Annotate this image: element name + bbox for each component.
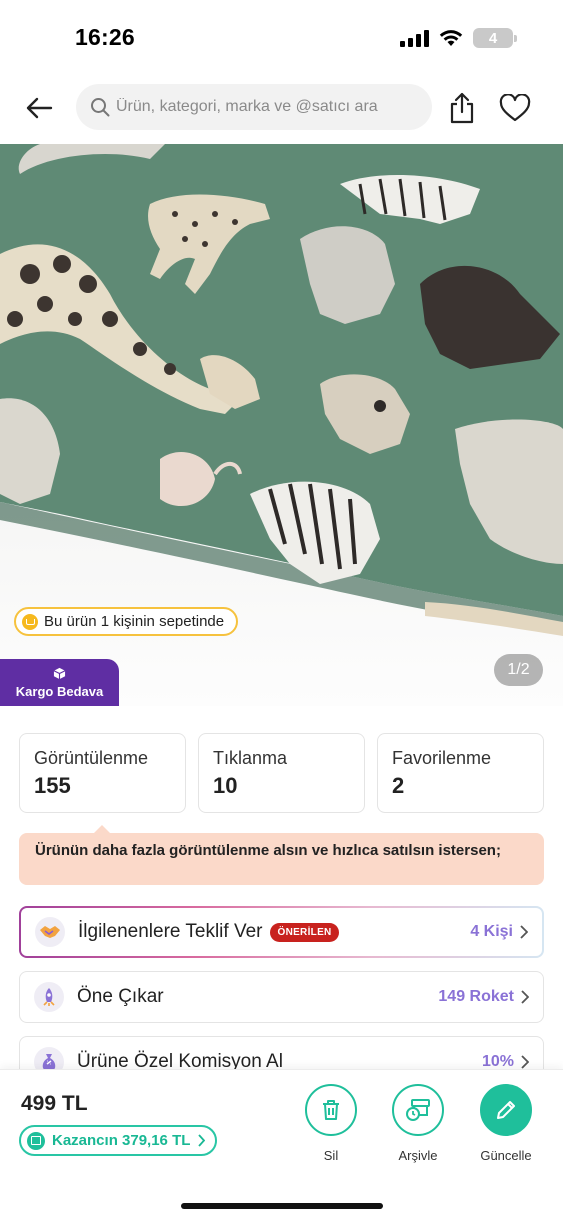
box-icon [53,667,66,679]
update-circle[interactable] [480,1084,532,1136]
archive-icon [406,1099,430,1121]
battery-icon: 4 [473,28,517,48]
boost-row[interactable]: Öne Çıkar 149 Roket [19,971,544,1023]
delete-label: Sil [323,1148,339,1163]
product-image[interactable]: Bu ürün 1 kişinin sepetinde Kargo Bedava… [0,144,563,706]
stat-value: 10 [213,773,238,798]
offer-to-interested-row[interactable]: İlgilenenlere Teklif Ver ÖNERİLEN 4 Kişi [19,906,544,958]
row-value-text: 4 Kişi [470,923,513,940]
stat-card-views: Görüntülenme 155 [19,733,186,813]
back-arrow-icon [26,97,53,119]
chevron-right-icon [521,990,529,1004]
cellular-signal-icon [400,29,429,47]
back-button[interactable] [22,92,56,124]
stat-value: 155 [34,773,71,798]
search-input[interactable] [116,98,416,116]
wifi-icon [439,30,463,46]
heart-icon [499,94,531,122]
stat-card-favorites: Favorilenme 2 [377,733,544,813]
row-value-text: 149 Roket [438,988,514,1005]
handshake-icon [35,917,65,947]
basket-icon [22,613,38,630]
pencil-icon [497,1101,515,1119]
search-bar[interactable] [76,84,432,130]
stat-value: 2 [392,773,405,798]
stat-card-clicks: Tıklanma 10 [198,733,365,813]
chevron-right-icon [520,925,528,939]
share-button[interactable] [446,90,478,126]
free-shipping-label: Kargo Bedava [15,683,104,699]
trash-icon [323,1100,339,1120]
status-time: 16:26 [75,24,135,50]
row-label: Öne Çıkar [77,986,164,1007]
earnings-pill[interactable]: Kazancın 379,16 TL [19,1125,218,1156]
archive-button[interactable]: Arşivle [378,1084,458,1163]
row-value: 4 Kişi [470,923,528,941]
stat-label: Favorilenme [392,748,492,768]
rocket-icon [34,982,64,1012]
archive-label: Arşivle [398,1148,438,1163]
search-icon [91,98,110,117]
bottom-action-bar: 499 TL Kazancın 379,16 TL Sil Arşivle Gü… [0,1069,563,1219]
stats-row: Görüntülenme 155 Tıklanma 10 Favorilenme… [19,733,544,813]
stat-label: Görüntülenme [34,748,149,768]
chevron-right-icon [521,1055,529,1069]
archive-circle[interactable] [392,1084,444,1136]
chevron-right-icon [198,1134,206,1147]
wallet-icon [27,1131,45,1150]
status-bar: 16:26 4 [0,0,563,76]
row-value: 149 Roket [438,988,529,1006]
basket-info-text: Bu ürün 1 kişinin sepetinde [44,613,225,630]
update-label: Güncelle [480,1148,532,1163]
image-page-indicator: 1/2 [494,654,543,686]
product-price: 499 TL [21,1092,88,1115]
update-button[interactable]: Güncelle [466,1084,546,1163]
stat-label: Tıklanma [213,748,288,768]
header [0,84,563,132]
favorite-button[interactable] [498,92,532,124]
recommended-badge: ÖNERİLEN [270,922,339,942]
delete-button[interactable]: Sil [291,1084,371,1163]
row-label: İlgilenenlere Teklif Ver [78,921,263,942]
earnings-text: Kazancın 379,16 TL [52,1132,191,1149]
promo-banner: Ürünün daha fazla görüntülenme alsın ve … [19,825,544,885]
share-icon [450,92,474,124]
status-icons: 4 [400,28,517,48]
basket-info-pill: Bu ürün 1 kişinin sepetinde [14,607,239,636]
delete-circle[interactable] [305,1084,357,1136]
home-indicator [181,1203,383,1209]
free-shipping-tag: Kargo Bedava [0,659,119,706]
